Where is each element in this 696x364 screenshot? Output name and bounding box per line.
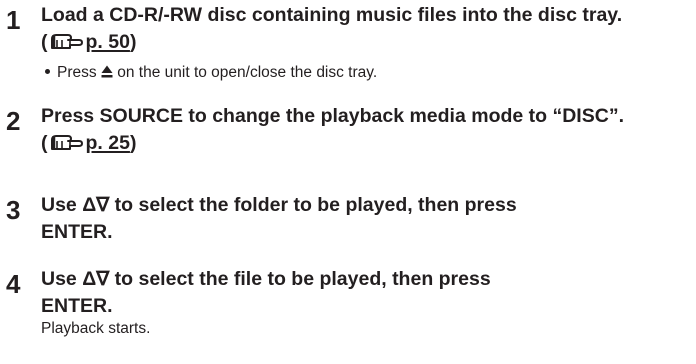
step-title-line: ENTER. <box>41 295 113 317</box>
step-title: Press SOURCE to change the playback medi… <box>41 103 691 157</box>
step-title-text: Load a CD-R/-RW disc containing music fi… <box>41 4 623 26</box>
bullet-item: Press on the unit to open/close the disc… <box>45 63 377 83</box>
step-title: Use Δ∇ to select the file to be played, … <box>41 266 691 320</box>
ref-open-paren: ( <box>41 132 48 154</box>
step-title: Use Δ∇ to select the folder to be played… <box>41 192 691 246</box>
step-number: 4 <box>6 269 21 299</box>
step-title-line: Use Δ∇ to select the folder to be played… <box>41 194 517 216</box>
page-reference[interactable]: ( p. 50) <box>41 31 136 53</box>
step-title: Load a CD-R/-RW disc containing music fi… <box>41 2 691 56</box>
ref-open-paren: ( <box>41 31 48 53</box>
pointing-hand-icon <box>50 34 83 49</box>
step-title-line: ENTER. <box>41 221 113 243</box>
step-number: 1 <box>6 5 21 35</box>
step-number: 2 <box>6 106 21 136</box>
step-title-text: Press SOURCE to change the playback medi… <box>41 105 624 127</box>
ref-close-paren: ) <box>129 132 137 154</box>
bullet-text-after: on the unit to open/close the disc tray. <box>117 64 378 81</box>
page-reference-link[interactable]: p. 50 <box>86 31 130 53</box>
page-reference-link[interactable]: p. 25 <box>86 132 130 154</box>
step-note: Playback starts. <box>41 320 151 337</box>
eject-icon <box>101 65 113 78</box>
ref-close-paren: ) <box>129 31 137 53</box>
step-title-line: Use Δ∇ to select the file to be played, … <box>41 268 491 290</box>
page-reference[interactable]: ( p. 25) <box>41 132 136 154</box>
bullet-text-before: Press <box>57 64 97 81</box>
bullet-dot <box>45 69 50 74</box>
step-number: 3 <box>6 195 21 225</box>
pointing-hand-icon <box>50 135 83 150</box>
